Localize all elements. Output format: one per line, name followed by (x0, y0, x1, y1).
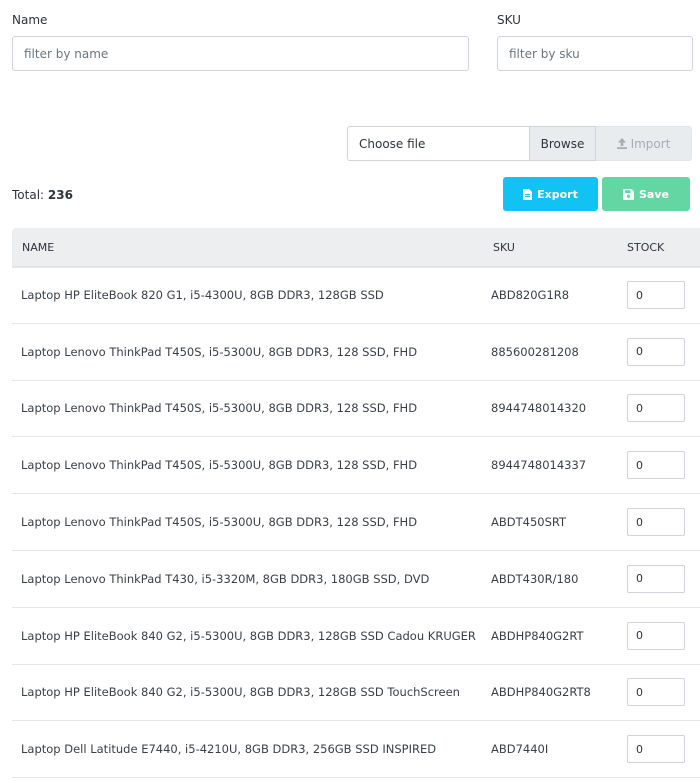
export-label: Export (537, 187, 578, 201)
total-label: Total: (12, 188, 45, 202)
product-sku: ABDHP840G2RT8 (491, 685, 591, 700)
product-name: Laptop Lenovo ThinkPad T430, i5-3320M, 8… (21, 571, 430, 586)
browse-button[interactable]: Browse (529, 126, 596, 161)
table-row: Laptop Dell Latitude E7440, i5-4210U, 8G… (12, 721, 700, 779)
column-header-sku: SKU (493, 240, 515, 254)
table-row: Laptop HP EliteBook 840 G2, i5-5300U, 8G… (12, 665, 700, 722)
file-icon (523, 188, 533, 200)
product-name: Laptop HP EliteBook 840 G2, i5-5300U, 8G… (21, 685, 460, 700)
product-sku: ABD820G1R8 (491, 288, 570, 303)
table-body: Laptop HP EliteBook 820 G1, i5-4300U, 8G… (12, 267, 700, 779)
stock-input[interactable] (627, 621, 685, 650)
product-name: Laptop HP EliteBook 820 G1, i5-4300U, 8G… (21, 288, 384, 303)
product-sku: 885600281208 (491, 344, 579, 359)
sku-filter-label: SKU (497, 13, 521, 27)
table-row: Laptop HP EliteBook 840 G2, i5-5300U, 8G… (12, 608, 700, 665)
total-count: Total: 236 (12, 188, 73, 202)
product-sku: ABDT450SRT (491, 515, 567, 530)
stock-input[interactable] (627, 337, 685, 366)
column-header-stock: STOCK (627, 240, 665, 254)
stock-input[interactable] (627, 281, 685, 310)
product-name: Laptop Lenovo ThinkPad T450S, i5-5300U, … (21, 458, 418, 473)
product-sku: 8944748014337 (491, 458, 587, 473)
stock-input[interactable] (627, 735, 685, 764)
product-name: Laptop Lenovo ThinkPad T450S, i5-5300U, … (21, 344, 418, 359)
product-sku: 8944748014320 (491, 401, 587, 416)
stock-input[interactable] (627, 564, 685, 593)
total-value: 236 (47, 188, 73, 202)
table-row: Laptop Lenovo ThinkPad T450S, i5-5300U, … (12, 381, 700, 438)
table-header: NAME SKU STOCK (12, 228, 700, 267)
column-header-name: NAME (22, 240, 55, 254)
import-button[interactable]: Import (596, 126, 692, 161)
products-table: NAME SKU STOCK Laptop HP EliteBook 820 G… (12, 228, 700, 779)
stock-input[interactable] (627, 394, 685, 423)
name-filter-input[interactable] (12, 36, 469, 71)
stock-input[interactable] (627, 508, 685, 537)
save-button[interactable]: Save (602, 177, 690, 211)
product-name: Laptop HP EliteBook 840 G2, i5-5300U, 8G… (21, 628, 476, 643)
product-sku: ABDHP840G2RT (491, 628, 584, 643)
product-sku: ABDT430R/180 (491, 571, 579, 586)
table-row: Laptop HP EliteBook 820 G1, i5-4300U, 8G… (12, 267, 700, 324)
export-button[interactable]: Export (503, 177, 598, 211)
upload-icon (616, 138, 627, 149)
stock-input[interactable] (627, 451, 685, 480)
table-row: Laptop Lenovo ThinkPad T430, i5-3320M, 8… (12, 551, 700, 608)
table-row: Laptop Lenovo ThinkPad T450S, i5-5300U, … (12, 324, 700, 381)
file-upload-group: Choose file Browse Import (347, 126, 692, 161)
table-row: Laptop Lenovo ThinkPad T450S, i5-5300U, … (12, 437, 700, 495)
product-name: Laptop Lenovo ThinkPad T450S, i5-5300U, … (21, 515, 418, 530)
floppy-disk-icon (623, 188, 634, 200)
save-label: Save (639, 187, 669, 201)
product-sku: ABD7440I (491, 742, 549, 757)
name-filter-label: Name (12, 13, 48, 27)
product-name: Laptop Lenovo ThinkPad T450S, i5-5300U, … (21, 401, 418, 416)
sku-filter-input[interactable] (497, 36, 693, 71)
import-label: Import (630, 136, 671, 151)
stock-input[interactable] (627, 678, 685, 707)
choose-file-input[interactable]: Choose file (347, 126, 529, 161)
table-row: Laptop Lenovo ThinkPad T450S, i5-5300U, … (12, 494, 700, 551)
product-name: Laptop Dell Latitude E7440, i5-4210U, 8G… (21, 742, 437, 757)
